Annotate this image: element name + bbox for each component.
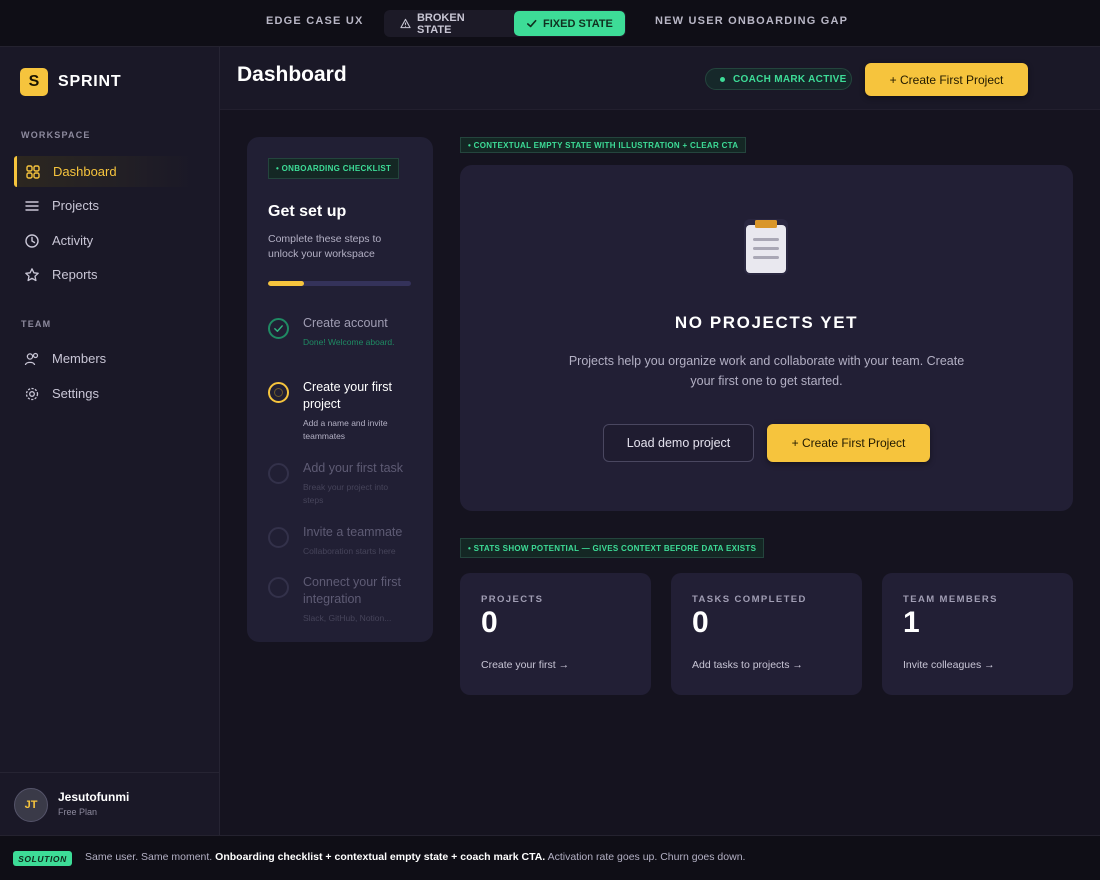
- summary-lead: Same user. Same moment.: [85, 851, 213, 863]
- sidebar-item-dashboard[interactable]: Dashboard: [14, 156, 194, 187]
- stats-tag: • STATS SHOW POTENTIAL — GIVES CONTEXT B…: [460, 538, 765, 558]
- empty-state-tag: • CONTEXTUAL EMPTY STATE WITH ILLUSTRATI…: [460, 137, 747, 153]
- step-pending-icon: [268, 527, 289, 548]
- stat-card-tasks-completed: TASKS COMPLETED 0 Add tasks to projects …: [671, 573, 862, 695]
- star-icon: [25, 267, 39, 281]
- clipboard-icon: [744, 219, 788, 275]
- step-description: Collaboration starts here: [303, 546, 396, 556]
- gear-icon: [25, 387, 39, 400]
- create-first-project-button[interactable]: + Create First Project: [767, 424, 930, 462]
- edge-case-label: EDGE CASE UX: [266, 15, 364, 27]
- sidebar-item-label: Projects: [52, 198, 99, 213]
- checklist-tag: • ONBOARDING CHECKLIST: [268, 158, 400, 179]
- page-header: Dashboard COACH MARK ACTIVE + Create Fir…: [220, 47, 1100, 110]
- step-title: Create your first project: [303, 380, 392, 411]
- stat-value: 1: [903, 606, 920, 639]
- users-icon: [24, 352, 39, 365]
- solution-badge: SOLUTION: [13, 851, 72, 866]
- status-dot-icon: [720, 76, 725, 82]
- fixed-state-label: FIXED STATE: [543, 17, 613, 30]
- user-profile[interactable]: JT Jesutofunmi Free Plan: [0, 772, 219, 835]
- user-plan: Free Plan: [58, 807, 98, 817]
- sidebar-item-label: Activity: [52, 233, 94, 248]
- empty-state-card: NO PROJECTS YET Projects help you organi…: [460, 165, 1073, 511]
- onboarding-gap-label: NEW USER ONBOARDING GAP: [655, 15, 849, 27]
- check-icon: [527, 19, 537, 28]
- step-description: Slack, GitHub, Notion...: [303, 613, 392, 623]
- sidebar-item-settings[interactable]: Settings: [14, 378, 194, 409]
- state-toggle: BROKEN STATE FIXED STATE: [384, 10, 626, 37]
- step-description: Done! Welcome aboard.: [303, 337, 395, 347]
- broken-state-label: BROKEN STATE: [416, 11, 465, 36]
- empty-state-description: Projects help you organize work and coll…: [568, 354, 965, 388]
- sidebar-item-label: Settings: [52, 386, 99, 401]
- sidebar-item-activity[interactable]: Activity: [14, 225, 194, 256]
- stat-label: PROJECTS: [481, 594, 544, 605]
- grid-icon: [26, 164, 40, 179]
- brand-logo: S: [20, 68, 48, 96]
- team-section-label: TEAM: [21, 319, 52, 329]
- stat-value: 0: [692, 606, 709, 639]
- stat-link[interactable]: Invite colleagues →: [903, 659, 995, 671]
- step-current-icon: [268, 382, 289, 403]
- checklist-progress-fill: [268, 281, 304, 286]
- step-description: Break your project into steps: [303, 482, 389, 505]
- summary-tail: Activation rate goes up. Churn goes down…: [547, 851, 746, 863]
- checklist-title: Get set up: [268, 203, 347, 220]
- step-description: Add a name and invite teammates: [303, 418, 388, 441]
- stat-link[interactable]: Create your first →: [481, 659, 569, 671]
- broken-state-tab[interactable]: BROKEN STATE: [388, 11, 514, 36]
- stat-value: 0: [481, 606, 498, 639]
- stat-card-team-members: TEAM MEMBERS 1 Invite colleagues →: [882, 573, 1073, 695]
- coach-mark-badge: COACH MARK ACTIVE: [705, 68, 852, 90]
- checklist-progress-bar: [268, 281, 411, 286]
- main-content: • ONBOARDING CHECKLIST Get set up Comple…: [220, 110, 1100, 835]
- stat-card-projects: PROJECTS 0 Create your first →: [460, 573, 651, 695]
- stat-label: TEAM MEMBERS: [903, 594, 998, 605]
- step-title: Connect your first integration: [303, 575, 401, 606]
- onboarding-checklist: • ONBOARDING CHECKLIST Get set up Comple…: [247, 137, 433, 642]
- header-create-project-button[interactable]: + Create First Project: [865, 63, 1028, 96]
- solution-summary: Same user. Same moment. Onboarding check…: [85, 851, 745, 863]
- workspace-section-label: WORKSPACE: [21, 130, 91, 140]
- stat-link[interactable]: Add tasks to projects →: [692, 659, 803, 671]
- clock-icon: [25, 233, 39, 248]
- sidebar-item-members[interactable]: Members: [14, 343, 194, 374]
- top-bar: EDGE CASE UX BROKEN STATE FIXED STATE NE…: [0, 0, 1100, 47]
- step-pending-icon: [268, 577, 289, 598]
- user-name: Jesutofunmi: [58, 790, 130, 804]
- step-complete-icon: [268, 318, 289, 339]
- page-title: Dashboard: [237, 63, 347, 86]
- fixed-state-tab[interactable]: FIXED STATE: [514, 11, 625, 36]
- sidebar-item-reports[interactable]: Reports: [14, 259, 194, 290]
- step-title: Create account: [303, 316, 388, 330]
- step-pending-icon: [268, 463, 289, 484]
- stat-label: TASKS COMPLETED: [692, 594, 807, 605]
- checklist-subtitle: Complete these steps to unlock your work…: [268, 233, 382, 260]
- sidebar-item-label: Reports: [52, 267, 98, 282]
- step-title: Invite a teammate: [303, 525, 403, 539]
- step-title: Add your first task: [303, 461, 404, 475]
- sidebar: S SPRINT WORKSPACE Dashboard Projects Ac…: [0, 47, 220, 835]
- sidebar-item-label: Members: [52, 351, 107, 366]
- solution-footer: SOLUTION Same user. Same moment. Onboard…: [0, 835, 1100, 880]
- warning-icon: [400, 18, 411, 29]
- sidebar-item-projects[interactable]: Projects: [14, 190, 194, 221]
- load-demo-project-button[interactable]: Load demo project: [603, 424, 754, 462]
- sidebar-item-label: Dashboard: [53, 164, 117, 179]
- list-icon: [25, 200, 39, 211]
- check-icon: [274, 325, 283, 332]
- coach-mark-label: COACH MARK ACTIVE: [733, 73, 847, 85]
- brand[interactable]: S SPRINT: [20, 68, 121, 96]
- brand-name: SPRINT: [58, 73, 122, 90]
- summary-emphasis: Onboarding checklist + contextual empty …: [215, 851, 546, 863]
- avatar: JT: [14, 788, 48, 822]
- empty-state-title: NO PROJECTS YET: [674, 313, 859, 332]
